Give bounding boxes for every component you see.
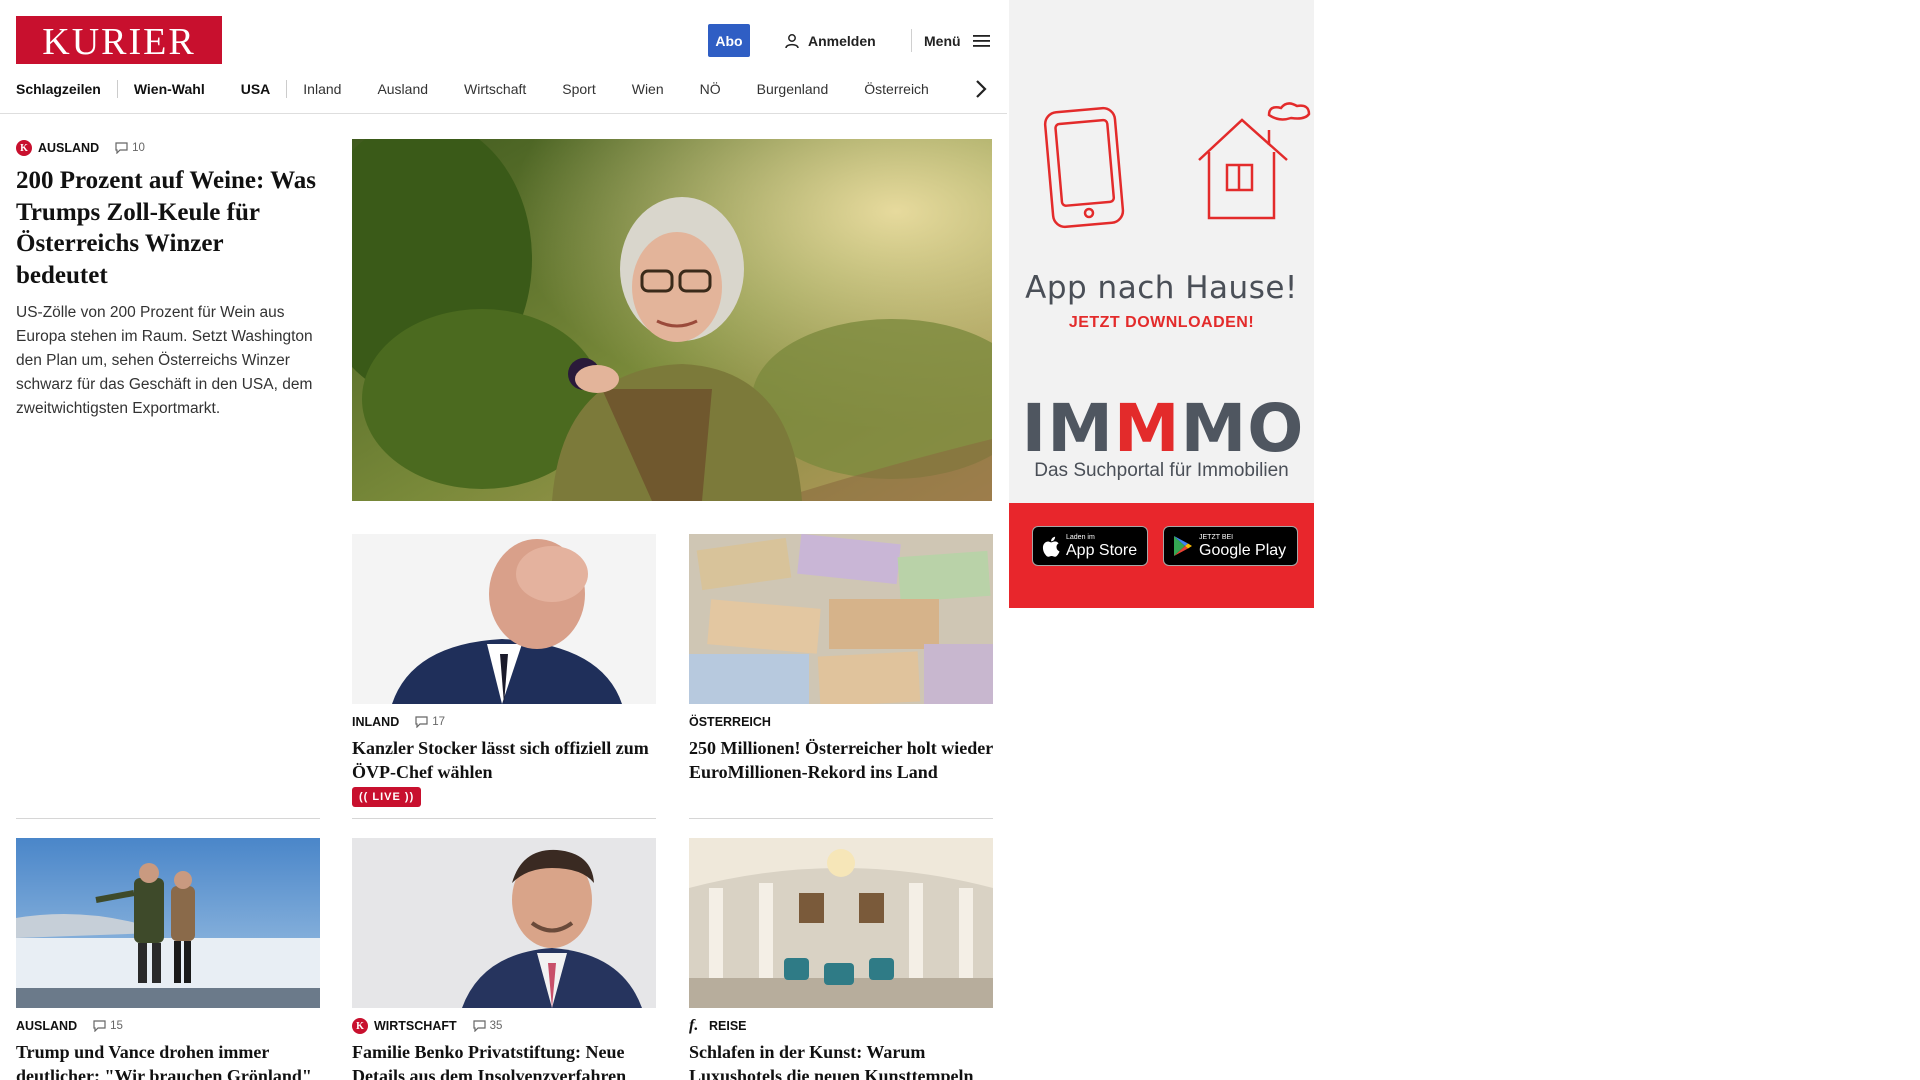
comment-icon xyxy=(93,1020,106,1032)
app-store-text: Laden im App Store xyxy=(1066,534,1137,559)
article-image-hotel[interactable] xyxy=(689,838,993,1008)
article-category: WIRTSCHAFT xyxy=(374,1019,457,1033)
nav-divider xyxy=(286,80,288,98)
lead-headline[interactable]: 200 Prozent auf Weine: Was Trumps Zoll-K… xyxy=(16,165,316,291)
nav-item-schlagzeilen[interactable]: Schlagzeilen xyxy=(16,81,101,97)
app-store-button[interactable]: Laden im App Store xyxy=(1032,526,1148,566)
live-signal-icon: (( xyxy=(359,791,373,803)
lead-kicker: K AUSLAND 10 xyxy=(16,140,316,156)
lead-teaser: US-Zölle von 200 Prozent für Wein aus Eu… xyxy=(16,304,313,417)
google-play-text: JETZT BEI Google Play xyxy=(1199,534,1286,559)
house-icon xyxy=(1198,102,1311,220)
article-headline[interactable]: Kanzler Stocker lässt sich offiziell zum… xyxy=(352,736,656,784)
section-nav: Schlagzeilen Wien-Wahl USA Inland Auslan… xyxy=(16,79,965,99)
nav-item-oesterreich[interactable]: Österreich xyxy=(864,81,929,97)
apple-icon xyxy=(1042,536,1060,557)
article-image-greenland[interactable] xyxy=(16,838,320,1008)
nav-item-wirtschaft[interactable]: Wirtschaft xyxy=(464,81,526,97)
article-kicker: f. REISE xyxy=(689,1017,993,1034)
article-image-stocker[interactable] xyxy=(352,534,656,704)
kurier-plus-icon: K xyxy=(352,1018,368,1034)
article-headline[interactable]: Familie Benko Privatstiftung: Neue Detai… xyxy=(352,1040,656,1080)
immmo-logo: IM M MO xyxy=(1021,390,1305,467)
article-category: AUSLAND xyxy=(16,1019,78,1033)
nav-item-wien[interactable]: Wien xyxy=(632,81,664,97)
article-category: REISE xyxy=(709,1019,747,1033)
article-kicker: AUSLAND 15 xyxy=(16,1018,320,1034)
app-store-big: App Store xyxy=(1066,541,1138,559)
live-badge: (( LIVE )) xyxy=(352,787,422,807)
ad-subtitle: JETZT DOWNLOADEN! xyxy=(1068,314,1255,331)
article-card[interactable]: INLAND 17 Kanzler Stocker lässt sich off… xyxy=(352,534,656,807)
abo-button[interactable]: Abo xyxy=(708,24,750,57)
hamburger-icon xyxy=(972,35,990,47)
article-card[interactable]: ÖSTERREICH 250 Millionen! Österreicher h… xyxy=(689,534,993,784)
live-label: LIVE xyxy=(372,791,401,803)
lead-comments[interactable]: 10 xyxy=(115,142,145,154)
login-label: Anmelden xyxy=(808,33,876,49)
nav-item-sport[interactable]: Sport xyxy=(562,81,595,97)
article-headline[interactable]: Schlafen in der Kunst: Warum Luxushotels… xyxy=(689,1040,993,1080)
article-kicker: ÖSTERREICH xyxy=(689,714,993,730)
google-play-icon xyxy=(1174,536,1192,556)
ad-tagline: Das Suchportal für Immobilien xyxy=(1034,460,1289,481)
article-headline[interactable]: 250 Millionen! Österreicher holt wieder … xyxy=(689,736,993,784)
freizeit-icon: f. xyxy=(689,1017,699,1034)
app-store-small: Laden im xyxy=(1066,533,1095,541)
row-divider xyxy=(16,818,320,819)
logo-part: IM xyxy=(1021,390,1114,467)
google-play-big: Google Play xyxy=(1199,541,1287,559)
google-play-button[interactable]: JETZT BEI Google Play xyxy=(1163,526,1298,566)
google-play-small: JETZT BEI xyxy=(1199,533,1234,541)
row-divider xyxy=(689,818,993,819)
logo-part: MO xyxy=(1180,390,1305,467)
article-comments[interactable]: 17 xyxy=(415,716,445,728)
nav-item-inland[interactable]: Inland xyxy=(303,81,341,97)
nav-item-wien-wahl[interactable]: Wien-Wahl xyxy=(134,81,205,97)
article-category: ÖSTERREICH xyxy=(689,715,771,729)
article-comment-count: 17 xyxy=(432,716,446,728)
article-headline[interactable]: Trump und Vance drohen immer deutlicher:… xyxy=(16,1040,320,1080)
lead-article[interactable]: K AUSLAND 10 200 Prozent auf Weine: Was … xyxy=(16,140,316,421)
nav-item-ausland[interactable]: Ausland xyxy=(377,81,428,97)
phone-icon xyxy=(1043,106,1125,229)
article-image-money[interactable] xyxy=(689,534,993,704)
header-divider xyxy=(911,29,912,52)
logo-part: M xyxy=(1113,390,1181,467)
article-card[interactable]: AUSLAND 15 Trump und Vance drohen immer … xyxy=(16,838,320,1080)
article-comments[interactable]: 35 xyxy=(473,1020,503,1032)
user-icon xyxy=(785,34,799,49)
kurier-logo[interactable]: KURIER xyxy=(16,16,222,64)
article-image-benko[interactable] xyxy=(352,838,656,1008)
article-card[interactable]: K WIRTSCHAFT 35 Familie Benko Privatstif… xyxy=(352,838,656,1080)
article-comments[interactable]: 15 xyxy=(93,1020,123,1032)
immmo-ad[interactable]: App nach Hause! JETZT DOWNLOADEN! IM M MO … xyxy=(1009,0,1314,608)
comment-icon xyxy=(473,1020,486,1032)
menu-label: Menü xyxy=(924,33,961,49)
lead-category: AUSLAND xyxy=(38,141,100,155)
ad-title: App nach Hause! xyxy=(1025,270,1298,306)
article-comment-count: 35 xyxy=(489,1020,503,1032)
article-card[interactable]: f. REISE Schlafen in der Kunst: Warum Lu… xyxy=(689,838,993,1080)
nav-item-usa[interactable]: USA xyxy=(241,81,271,97)
nav-item-noe[interactable]: NÖ xyxy=(700,81,721,97)
login-button[interactable]: Anmelden xyxy=(784,30,876,52)
article-category: INLAND xyxy=(352,715,400,729)
article-kicker: INLAND 17 xyxy=(352,714,656,730)
live-signal-icon: )) xyxy=(400,791,415,803)
nav-item-burgenland[interactable]: Burgenland xyxy=(757,81,829,97)
comment-icon xyxy=(415,716,428,728)
article-comment-count: 15 xyxy=(110,1020,123,1032)
comment-icon xyxy=(115,142,128,154)
row-divider xyxy=(352,818,656,819)
ad-illustration xyxy=(1043,102,1311,229)
kurier-plus-icon: K xyxy=(16,140,32,156)
site-header: KURIER Abo Anmelden Menü Schlagzeilen Wi… xyxy=(0,0,1007,114)
lead-image-winemaker[interactable] xyxy=(352,139,992,501)
lead-comment-count: 10 xyxy=(132,142,145,154)
article-kicker: K WIRTSCHAFT 35 xyxy=(352,1018,656,1034)
nav-divider xyxy=(116,80,118,98)
menu-button[interactable]: Menü xyxy=(924,30,990,52)
chevron-right-icon[interactable] xyxy=(974,78,988,100)
